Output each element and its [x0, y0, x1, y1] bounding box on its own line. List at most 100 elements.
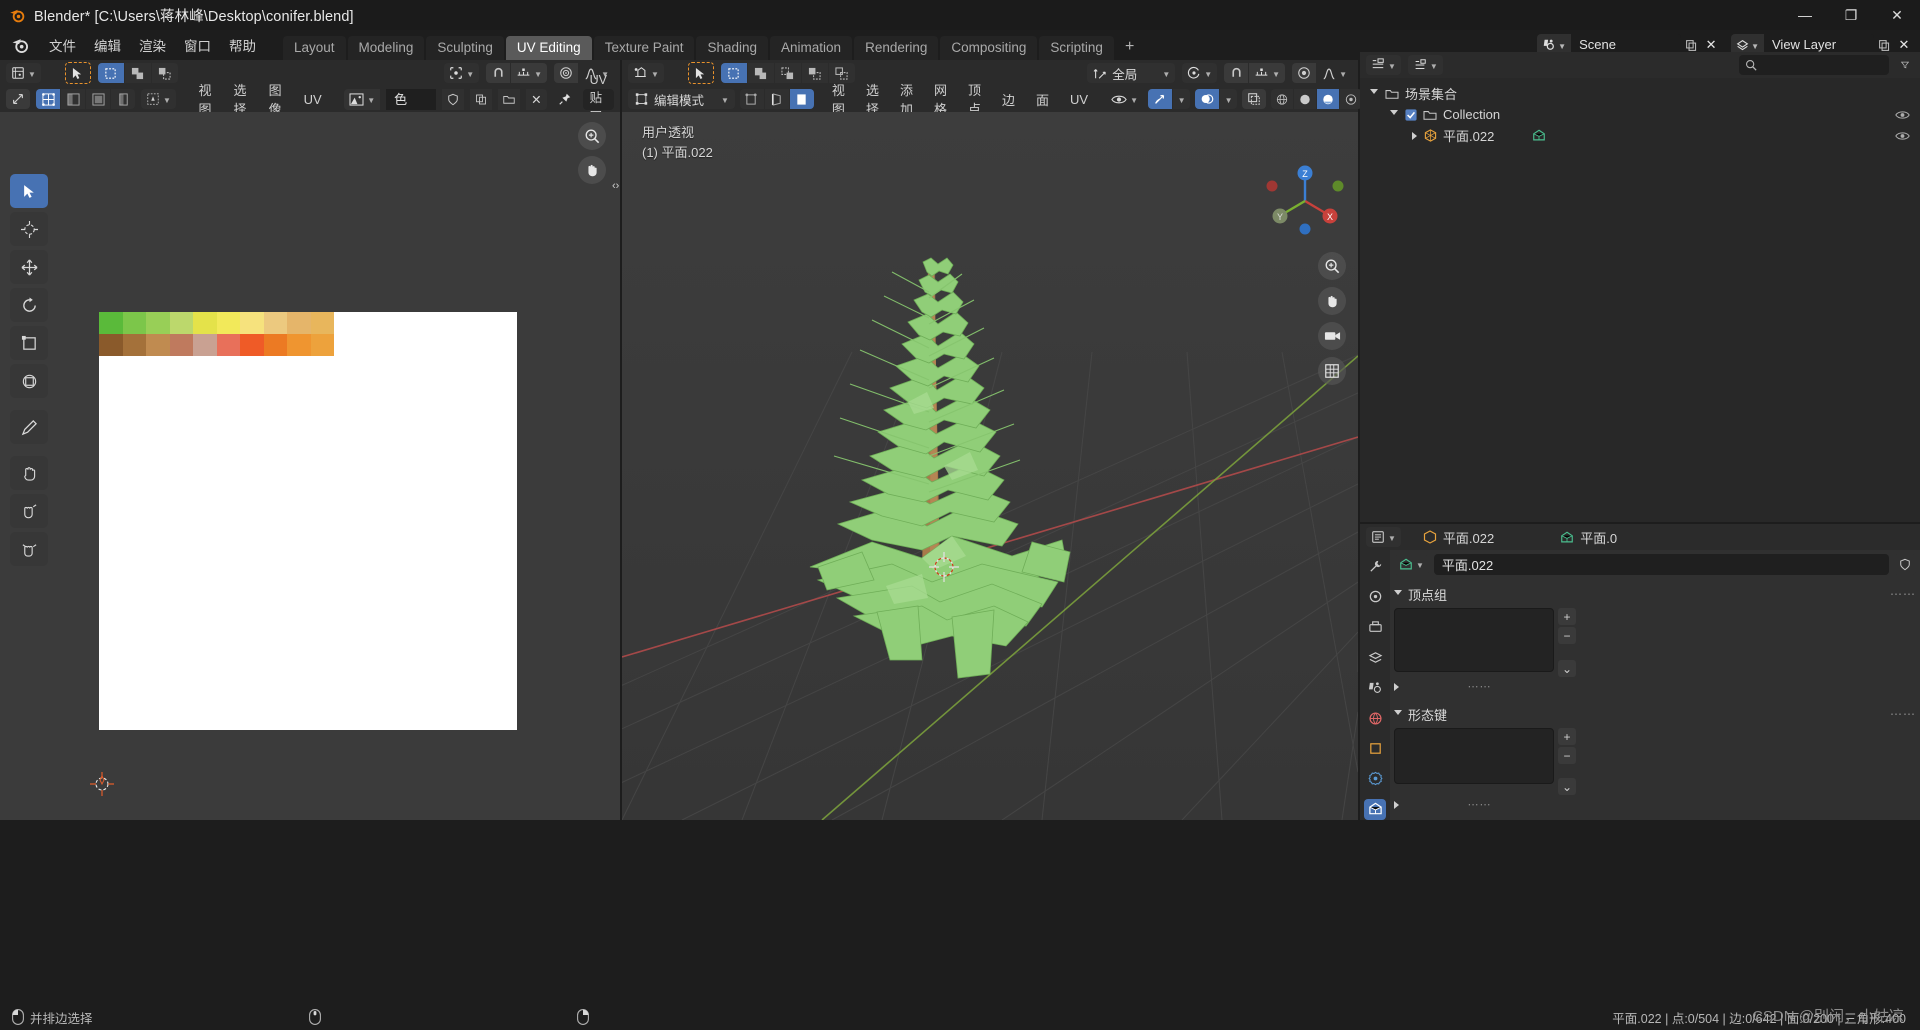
view3d-navigation-gizmo[interactable]: Z X Y	[1264, 160, 1344, 240]
uv-zoom-gizmo[interactable]	[578, 122, 606, 150]
outliner-editor-type-icon[interactable]: ▼	[1366, 55, 1401, 75]
add-workspace-button[interactable]: +	[1116, 36, 1143, 60]
vertex-group-add-button[interactable]: +	[1558, 608, 1576, 625]
view3d-menu-edge[interactable]: 边	[994, 88, 1023, 111]
view3d-proportional-edit-button[interactable]	[1292, 63, 1317, 83]
uv-open-image-button[interactable]	[498, 88, 521, 110]
disclosure-triangle-icon[interactable]	[1370, 89, 1378, 98]
uv-tool-rotate[interactable]	[10, 288, 48, 322]
outliner-search-input[interactable]	[1761, 58, 1881, 72]
properties-tab-world[interactable]	[1364, 708, 1386, 729]
uv-fake-user-button[interactable]	[442, 88, 465, 110]
view3d-shading-solid[interactable]	[1294, 89, 1317, 109]
view3d-select-extend-button[interactable]	[747, 63, 774, 83]
view3d-snap-magnet-button[interactable]	[1224, 63, 1249, 83]
view3d-shading-wireframe[interactable]	[1271, 89, 1294, 109]
outliner-item-scene-collection[interactable]: 场景集合	[1360, 83, 1920, 104]
uv-pivot-point-dropdown[interactable]: ▼	[444, 63, 480, 83]
view3d-pivot-point-dropdown[interactable]: ▼	[1182, 63, 1218, 83]
uv-select-box-button[interactable]	[97, 63, 124, 83]
menu-edit[interactable]: 编辑	[85, 32, 130, 58]
properties-tab-modifier[interactable]	[1364, 768, 1386, 789]
menu-window[interactable]: 窗口	[175, 32, 220, 58]
uv-sidebar-toggle[interactable]: ‹›	[612, 180, 619, 192]
uv-sync-selection-button[interactable]	[6, 89, 30, 109]
view3d-gizmo-dropdown[interactable]: ▼	[1173, 89, 1191, 109]
visibility-eye-icon[interactable]	[1895, 130, 1910, 142]
view3d-gizmo-toggle[interactable]	[1148, 89, 1173, 109]
shape-keys-list[interactable]	[1394, 728, 1554, 784]
view3d-canvas[interactable]: 用户透视 (1) 平面.022 Z X Y	[622, 112, 1358, 820]
uv-pin-button[interactable]	[553, 89, 577, 110]
uv-select-circle-button[interactable]	[124, 63, 151, 83]
uv-image-browse-button[interactable]: ▼	[344, 88, 381, 110]
view3d-overlays-dropdown[interactable]: ▼	[1220, 89, 1238, 109]
disclosure-triangle-icon[interactable]	[1394, 709, 1402, 719]
view3d-xray-toggle[interactable]	[1242, 89, 1267, 109]
workspace-tab-compositing[interactable]: Compositing	[940, 36, 1038, 60]
uv-tool-tweak[interactable]	[10, 174, 48, 208]
uv-tool-annotate[interactable]	[10, 410, 48, 444]
shape-key-remove-button[interactable]: −	[1558, 747, 1576, 764]
view3d-visibility-dropdown[interactable]: ▼	[1106, 89, 1143, 109]
workspace-tab-modeling[interactable]: Modeling	[347, 36, 425, 60]
properties-tab-data[interactable]	[1364, 798, 1386, 820]
workspace-tab-rendering[interactable]: Rendering	[854, 36, 939, 60]
view3d-transform-orientation-dropdown[interactable]: 全局 ▼	[1087, 63, 1176, 83]
uv-face-select-button[interactable]	[86, 89, 110, 109]
minimize-button[interactable]: —	[1782, 0, 1828, 30]
workspace-tab-uv-editing[interactable]: UV Editing	[505, 36, 592, 60]
workspace-tab-sculpting[interactable]: Sculpting	[426, 36, 504, 60]
view3d-edge-select-button[interactable]	[764, 89, 789, 109]
close-button[interactable]: ✕	[1874, 0, 1920, 30]
view3d-shading-material-preview[interactable]	[1317, 89, 1340, 109]
view3d-pan-gizmo[interactable]	[1318, 287, 1346, 315]
uv-edge-select-button[interactable]	[61, 89, 85, 109]
workspace-tab-layout[interactable]: Layout	[283, 36, 346, 60]
collection-checkbox[interactable]	[1405, 108, 1417, 121]
uv-active-tool-indicator[interactable]	[64, 62, 91, 84]
uv-snap-magnet-button[interactable]	[486, 63, 511, 83]
disclosure-triangle-icon[interactable]	[1394, 589, 1402, 599]
blender-menu-icon[interactable]	[10, 35, 30, 55]
uv-tool-grab[interactable]	[10, 456, 48, 490]
view3d-snap-mode-dropdown[interactable]: ▼	[1249, 63, 1286, 83]
uv-tool-relax[interactable]	[10, 494, 48, 528]
menu-file[interactable]: 文件	[40, 32, 85, 58]
uv-tool-transform[interactable]	[10, 364, 48, 398]
shape-key-specials-button[interactable]: ⌄	[1558, 778, 1576, 795]
uv-unlink-image-button[interactable]: ✕	[526, 88, 547, 110]
disclosure-triangle-icon[interactable]	[1390, 110, 1398, 119]
view3d-vertex-select-button[interactable]	[739, 89, 764, 109]
visibility-eye-icon[interactable]	[1895, 109, 1910, 121]
uv-canvas[interactable]: ‹›	[0, 112, 620, 820]
view3d-editor-type-icon[interactable]: ▼	[628, 63, 664, 83]
shape-key-add-button[interactable]: +	[1558, 728, 1576, 745]
menu-render[interactable]: 渲染	[130, 32, 175, 58]
view3d-ortho-persp-gizmo[interactable]	[1318, 357, 1346, 385]
outliner-item-collection[interactable]: Collection	[1360, 104, 1920, 125]
view3d-zoom-gizmo[interactable]	[1318, 252, 1346, 280]
uv-island-select-button[interactable]	[111, 89, 135, 109]
disclosure-triangle-icon[interactable]	[1412, 131, 1417, 140]
outliner-display-mode-dropdown[interactable]: ▼	[1407, 55, 1443, 75]
panel-vertex-groups-header[interactable]: 顶点组 ⋯⋯	[1394, 583, 1916, 605]
properties-tab-scene[interactable]	[1364, 677, 1386, 698]
view3d-active-tool-indicator[interactable]	[687, 62, 714, 84]
vertex-group-specials-button[interactable]: ⌄	[1558, 660, 1576, 677]
uv-snap-mode-dropdown[interactable]: ▼	[511, 63, 548, 83]
uv-tool-cursor[interactable]	[10, 212, 48, 246]
properties-tab-render[interactable]	[1364, 586, 1386, 607]
menu-help[interactable]: 帮助	[220, 32, 265, 58]
object-data-fake-user-button[interactable]	[1894, 554, 1916, 575]
properties-editor-type-icon[interactable]: ▼	[1366, 527, 1401, 547]
disclosure-triangle-icon[interactable]	[1394, 682, 1399, 691]
view3d-falloff-dropdown[interactable]: ▼	[1317, 63, 1352, 83]
view3d-menu-uv[interactable]: UV	[1062, 90, 1096, 109]
properties-tab-tool[interactable]	[1364, 556, 1386, 577]
view3d-shading-rendered[interactable]	[1340, 89, 1363, 109]
workspace-tab-texture-paint[interactable]: Texture Paint	[593, 36, 695, 60]
uv-image-name-field[interactable]: 色卡.jpg	[386, 88, 437, 128]
uv-tool-move[interactable]	[10, 250, 48, 284]
disclosure-triangle-icon[interactable]	[1394, 800, 1399, 809]
